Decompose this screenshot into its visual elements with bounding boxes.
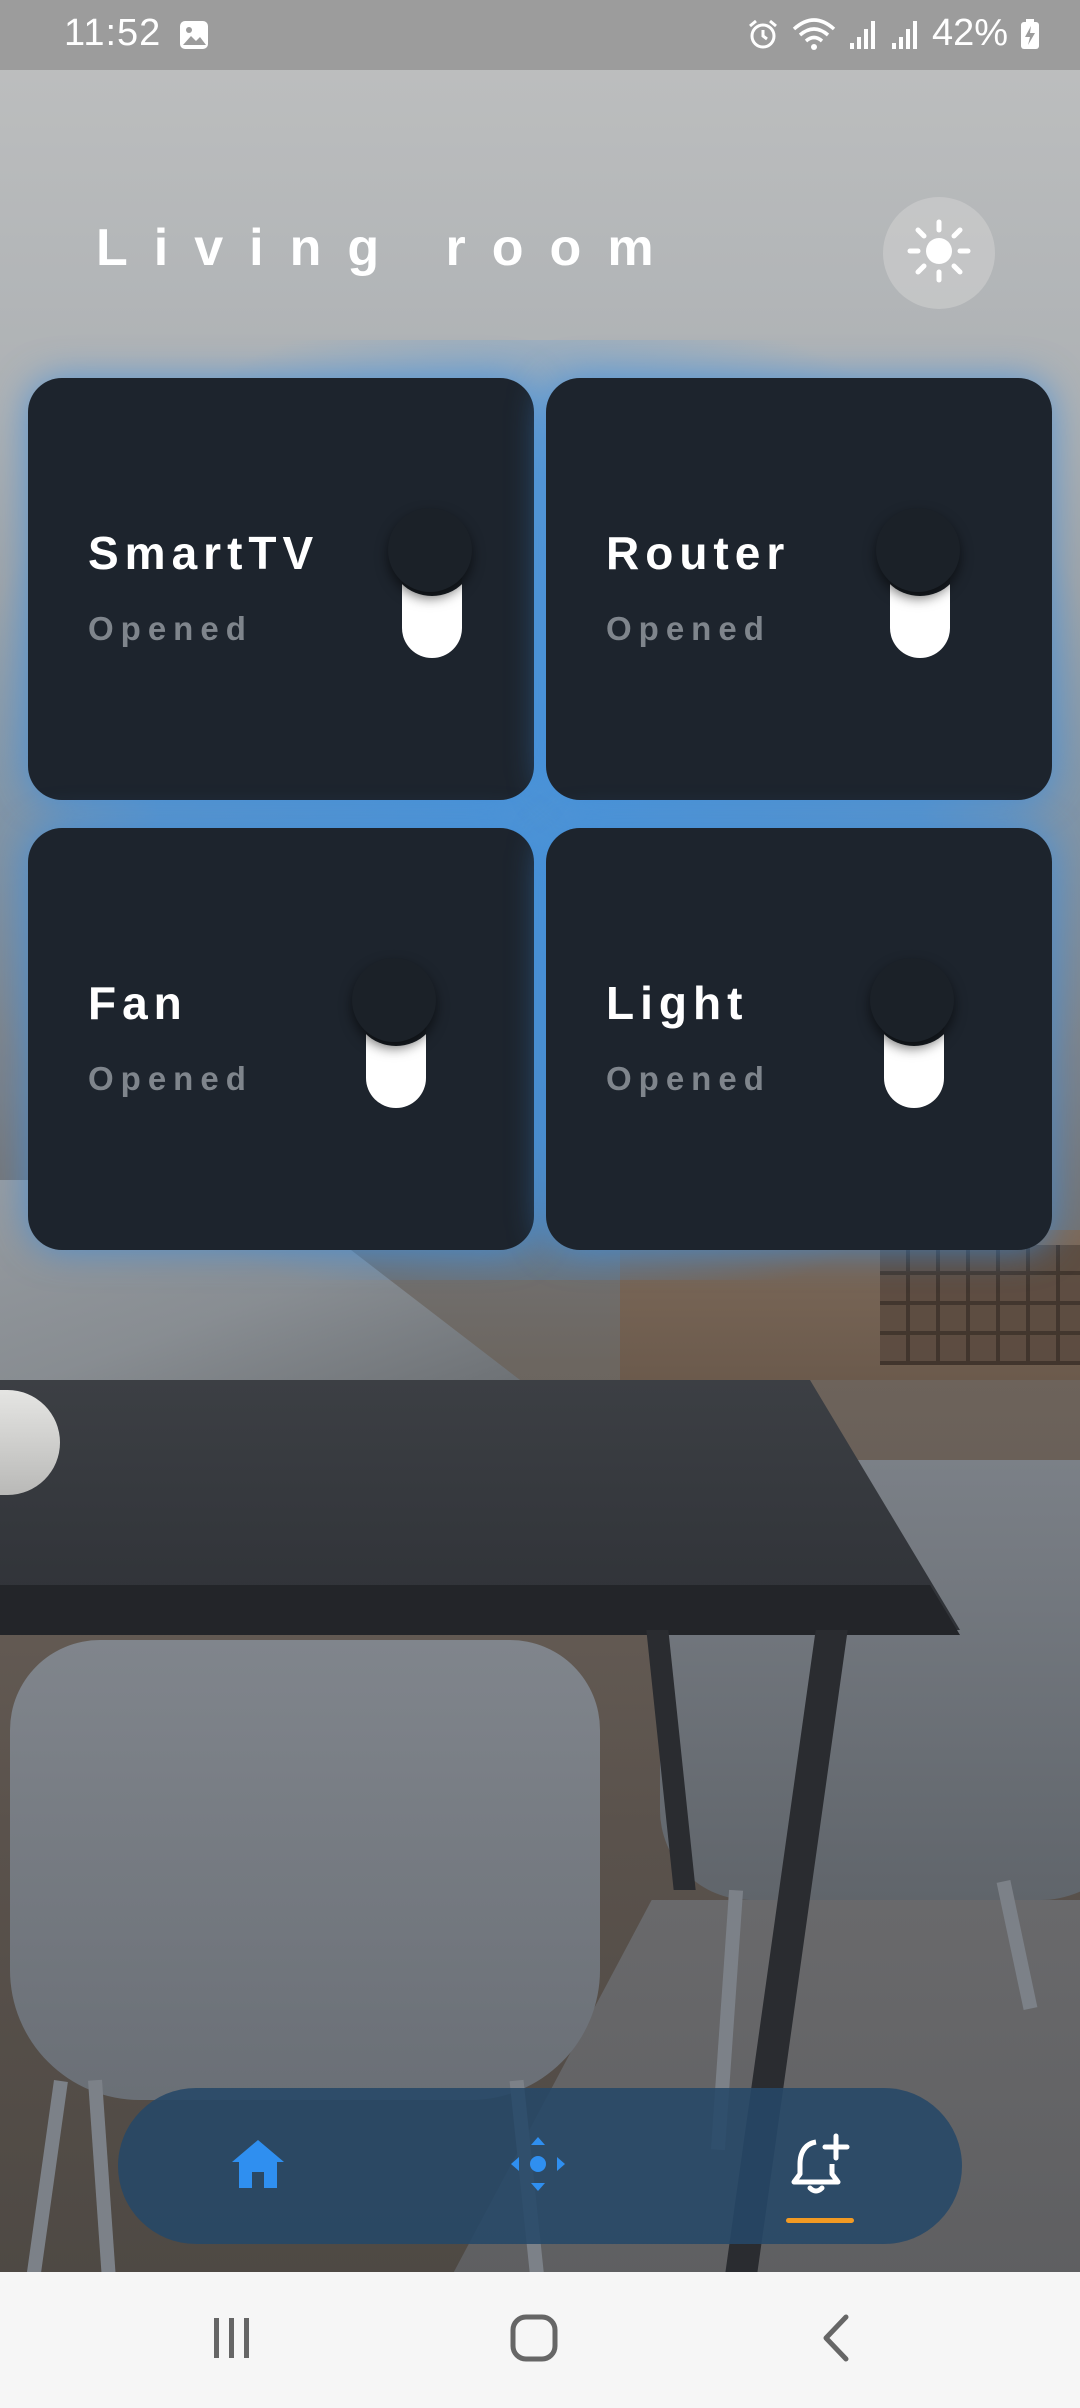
back-icon	[816, 2313, 856, 2368]
page-title: Living room	[96, 219, 680, 277]
recent-apps-button[interactable]	[172, 2272, 292, 2408]
toggle-knob	[388, 508, 472, 592]
device-toggle-fan[interactable]	[352, 958, 436, 1108]
status-indicators: 42%	[746, 12, 1040, 55]
system-home-button[interactable]	[474, 2272, 594, 2408]
bell-plus-icon	[788, 2132, 852, 2201]
scenes-icon	[508, 2134, 568, 2199]
signal-icon	[890, 17, 920, 51]
device-status: Opened	[606, 610, 771, 647]
device-card-smarttv[interactable]: SmartTV Opened	[28, 378, 534, 800]
sun-icon	[907, 219, 971, 288]
toggle-knob	[352, 958, 436, 1042]
device-grid: SmartTV Opened Router Opened Fan Opened …	[28, 378, 1052, 1250]
toggle-knob	[876, 508, 960, 592]
background-chair	[10, 1640, 600, 2100]
status-bar: 11:52 42%	[0, 0, 1080, 70]
home-button-icon	[509, 2313, 559, 2368]
system-back-button[interactable]	[776, 2272, 896, 2408]
device-name: Light	[606, 977, 749, 1029]
recent-apps-icon	[208, 2316, 256, 2365]
device-card-fan[interactable]: Fan Opened	[28, 828, 534, 1250]
active-tab-indicator	[786, 2218, 854, 2223]
status-time: 11:52	[64, 12, 162, 54]
nav-scenes-button[interactable]	[468, 2088, 608, 2244]
background-table-edge	[0, 1585, 960, 1635]
device-status: Opened	[88, 610, 253, 647]
device-toggle-light[interactable]	[870, 958, 954, 1108]
signal-icon	[848, 17, 878, 51]
bottom-navigation	[118, 2088, 962, 2244]
device-name: Router	[606, 527, 791, 579]
battery-charging-icon	[1020, 17, 1040, 51]
home-icon	[228, 2136, 288, 2197]
gallery-icon	[178, 19, 210, 51]
battery-percentage: 42%	[931, 12, 1008, 54]
theme-toggle-button[interactable]	[883, 197, 995, 309]
device-status: Opened	[88, 1060, 253, 1097]
system-navigation-bar	[0, 2272, 1080, 2408]
device-name: Fan	[88, 977, 188, 1029]
toggle-knob	[870, 958, 954, 1042]
device-toggle-router[interactable]	[876, 508, 960, 658]
device-name: SmartTV	[88, 527, 320, 579]
nav-home-button[interactable]	[188, 2088, 328, 2244]
wifi-icon	[792, 17, 836, 51]
alarm-icon	[746, 17, 780, 51]
device-card-router[interactable]: Router Opened	[546, 378, 1052, 800]
device-status: Opened	[606, 1060, 771, 1097]
device-toggle-smarttv[interactable]	[388, 508, 472, 658]
device-card-light[interactable]: Light Opened	[546, 828, 1052, 1250]
